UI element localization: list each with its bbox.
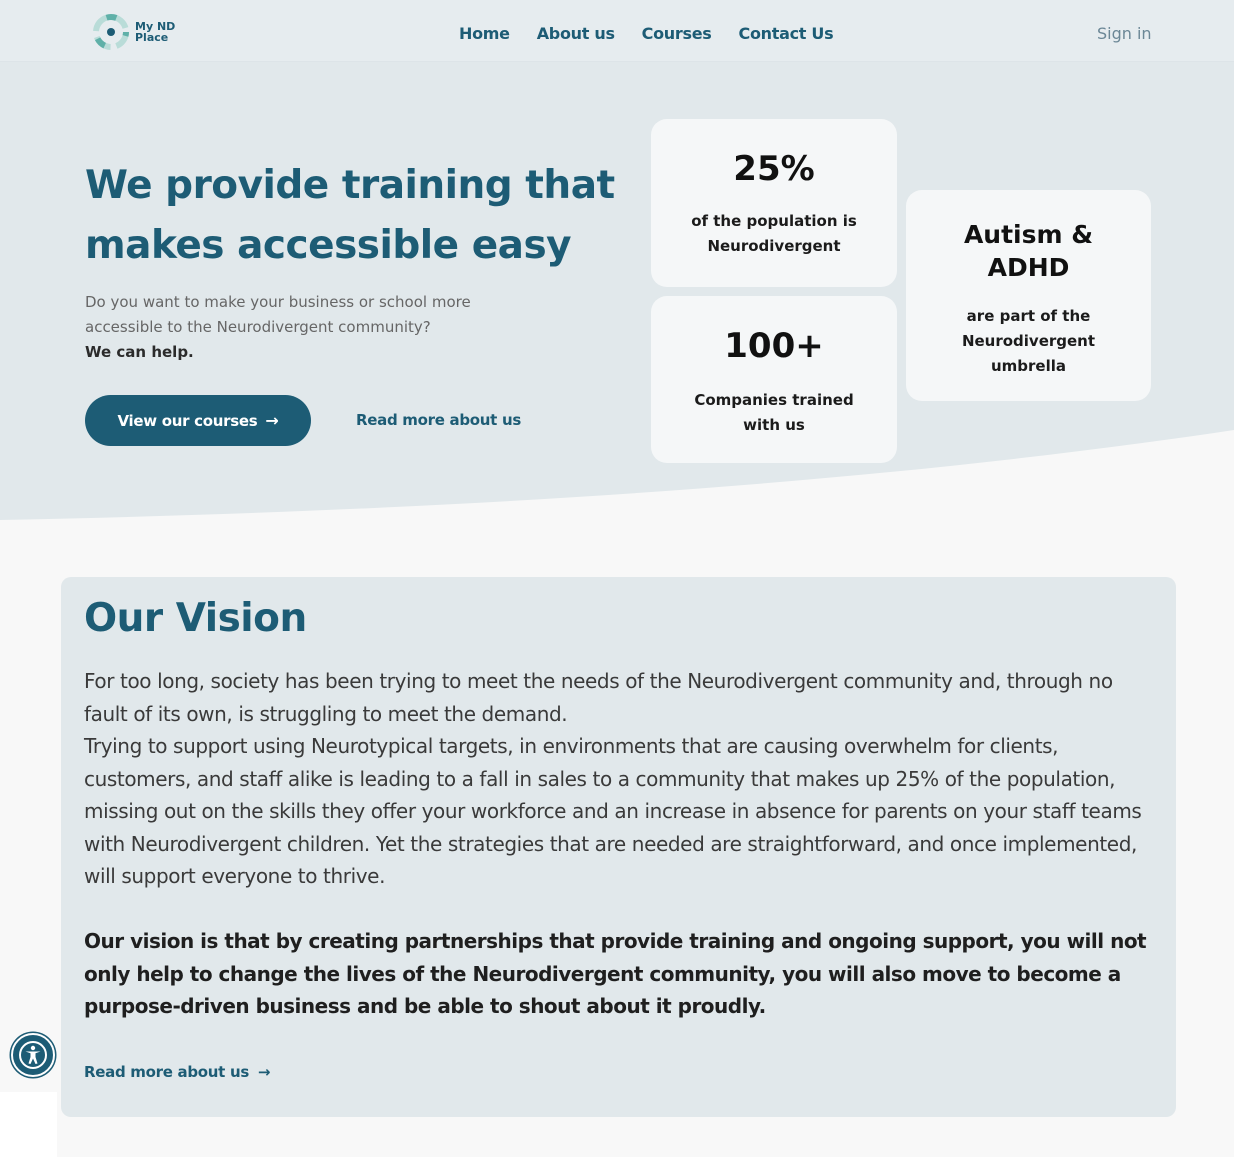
stat-label: of the population is Neurodivergent	[691, 209, 857, 259]
hero-title-line-2: makes accessible easy	[85, 223, 572, 268]
view-courses-button[interactable]: View our courses →	[85, 395, 311, 446]
stat-value-line-1: Autism &	[963, 220, 1094, 249]
stat-label: are part of the Neurodivergent umbrella	[962, 304, 1095, 379]
read-more-about-link[interactable]: Read more about us	[356, 411, 521, 429]
stat-value: Autism & ADHD	[964, 218, 1093, 284]
accessibility-icon	[19, 1041, 47, 1069]
stat-label-line-1: are part of the	[966, 307, 1091, 325]
nav-about[interactable]: About us	[537, 24, 615, 43]
stat-label-line-2: Neurodivergent	[707, 237, 841, 255]
hero-desc-bold: We can help.	[85, 343, 194, 361]
stat-value: 100+	[724, 326, 824, 366]
logo-link[interactable]: My ND Place	[93, 14, 175, 50]
accessibility-button[interactable]	[11, 1033, 55, 1077]
stat-label-line-3: umbrella	[990, 357, 1066, 375]
hero-title: We provide training that makes accessibl…	[85, 156, 645, 276]
logo-text: My ND Place	[135, 21, 175, 43]
logo-icon	[93, 14, 129, 50]
vision-paragraph-1: For too long, society has been trying to…	[84, 669, 1113, 726]
logo-line-2: Place	[135, 31, 169, 44]
stat-label-line-2: Neurodivergent	[961, 332, 1096, 350]
vision-read-more-link[interactable]: Read more about us →	[84, 1063, 271, 1081]
stat-label: Companies trained with us	[694, 388, 853, 438]
stat-label-line-1: of the population is	[691, 212, 857, 230]
vision-text: For too long, society has been trying to…	[84, 665, 1149, 893]
site-header: My ND Place Home About us Courses Contac…	[0, 0, 1234, 62]
nav-courses[interactable]: Courses	[642, 24, 712, 43]
signin-link[interactable]: Sign in	[1097, 24, 1152, 43]
arrow-right-icon: →	[265, 411, 279, 430]
stat-value: 25%	[733, 149, 815, 189]
stat-card-autism-adhd: Autism & ADHD are part of the Neurodiver…	[906, 190, 1151, 401]
hero-desc-line-1: Do you want to make your business or sch…	[85, 293, 471, 311]
hero-description: Do you want to make your business or sch…	[85, 290, 545, 365]
nav-home[interactable]: Home	[459, 24, 510, 43]
vision-section: Our Vision For too long, society has bee…	[61, 577, 1176, 1117]
arrow-right-icon: →	[257, 1063, 271, 1081]
main-nav: Home About us Courses Contact Us	[459, 24, 860, 43]
stat-value-line-2: ADHD	[987, 253, 1070, 282]
vision-read-more-label: Read more about us	[84, 1063, 249, 1081]
stat-card-population: 25% of the population is Neurodivergent	[651, 119, 897, 287]
stat-card-companies: 100+ Companies trained with us	[651, 296, 897, 463]
hero-title-line-1: We provide training that	[85, 163, 615, 208]
hero-desc-line-2: accessible to the Neurodivergent communi…	[85, 318, 431, 336]
vision-title: Our Vision	[84, 596, 307, 641]
accessibility-widget-background	[0, 1092, 57, 1157]
view-courses-label: View our courses	[117, 411, 258, 430]
vision-paragraph-2: Trying to support using Neurotypical tar…	[84, 734, 1142, 888]
stat-label-line-1: Companies trained	[694, 391, 854, 409]
nav-contact[interactable]: Contact Us	[739, 24, 834, 43]
stat-label-line-2: with us	[743, 416, 805, 434]
vision-statement: Our vision is that by creating partnersh…	[84, 929, 1147, 1018]
